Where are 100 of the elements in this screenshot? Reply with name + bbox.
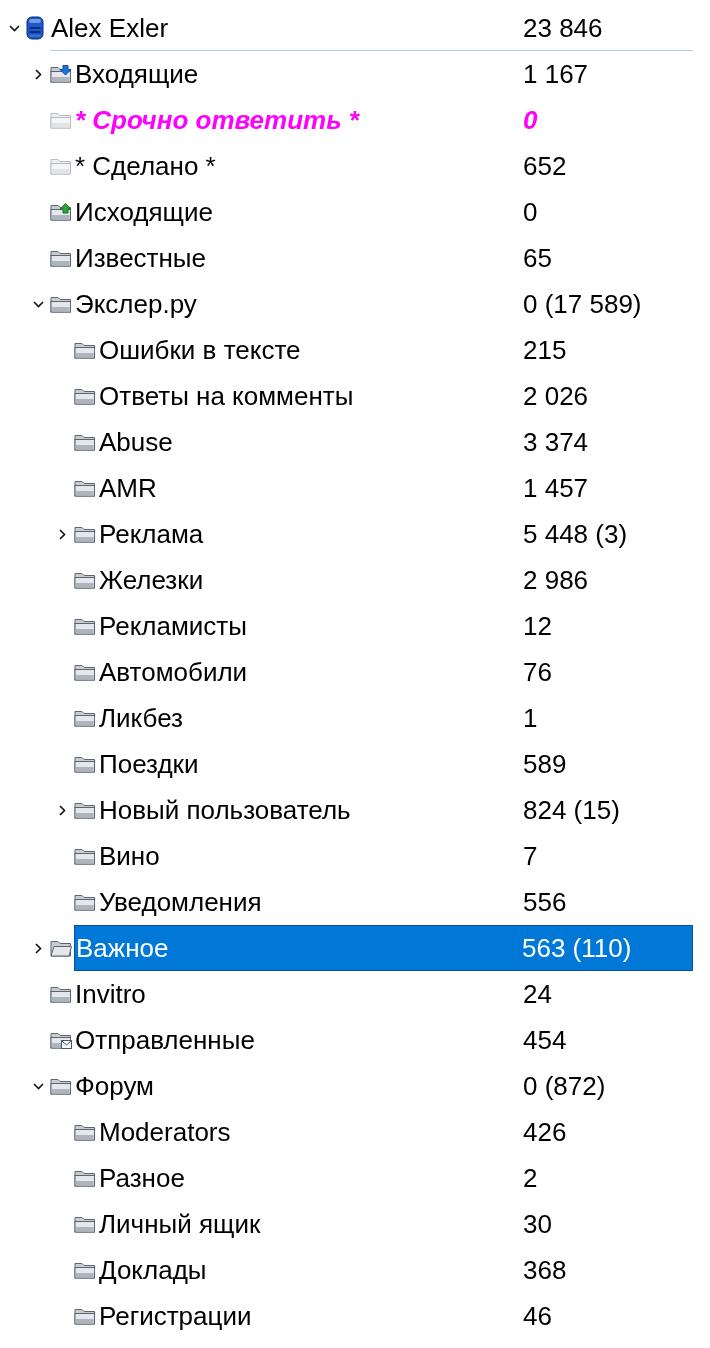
folder-row[interactable]: Ошибки в тексте 215 [98,327,693,373]
message-count: 2 026 [523,381,590,411]
folder-name: Реклама [99,519,205,549]
message-count: 7 [523,841,539,871]
folder-icon [74,847,96,865]
message-count: 65 [523,243,553,273]
folder-icon [74,801,96,819]
folder-row[interactable]: Alex Exler 23 846 [50,5,693,51]
folder-row[interactable]: Регистрации 46 [98,1293,693,1339]
message-count: 1 [523,703,539,733]
folder-row[interactable]: Invitro 24 [74,971,693,1017]
folder-icon [74,617,96,635]
folder-row[interactable]: Форум 0 (872) [74,1063,693,1109]
message-count: 3 374 [523,427,590,457]
folder-row[interactable]: Abuse 3 374 [98,419,693,465]
folder-icon [74,755,96,773]
folder-name: * Сделано * [75,151,217,181]
folder-row[interactable]: Железки 2 986 [98,557,693,603]
folder-icon [74,1215,96,1233]
folder-row[interactable]: Автомобили 76 [98,649,693,695]
chevron-right-icon[interactable] [58,528,66,540]
folder-name: Форум [75,1071,155,1101]
folder-name: AMR [99,473,158,503]
folder-up-arrow-icon [50,203,72,221]
folder-name: Поездки [99,749,200,779]
folder-name: Отправленные [75,1025,256,1055]
chevron-right-icon[interactable] [58,804,66,816]
message-count: 30 [523,1209,553,1239]
folder-row[interactable]: Рекламисты 12 [98,603,693,649]
folder-icon [74,387,96,405]
folder-row[interactable]: AMR 1 457 [98,465,693,511]
folder-name: Входящие [75,59,200,89]
folder-row[interactable]: Ликбез 1 [98,695,693,741]
folder-name: Автомобили [99,657,249,687]
folder-name: Invitro [75,979,147,1009]
chevron-down-icon[interactable] [8,24,20,32]
folder-icon [50,111,72,129]
chevron-down-icon[interactable] [32,1082,44,1090]
folder-row[interactable]: Личный ящик 30 [98,1201,693,1247]
folder-icon [74,525,96,543]
open-folder-icon [50,939,72,957]
folder-row[interactable]: Отправленные 454 [74,1017,693,1063]
folder-name: Новый пользователь [99,795,352,825]
message-count: 215 [523,335,568,365]
folder-icon [74,1261,96,1279]
message-count: 0 (872) [523,1071,607,1101]
folder-row[interactable]: Доклады 368 [98,1247,693,1293]
folder-name: Рекламисты [99,611,248,641]
chevron-down-icon[interactable] [32,300,44,308]
chevron-right-icon[interactable] [34,68,42,80]
message-count: 1 457 [523,473,590,503]
folder-row[interactable]: Ответы на комменты 2 026 [98,373,693,419]
folder-name: Железки [99,565,205,595]
folder-name: Известные [75,243,207,273]
chevron-right-icon[interactable] [34,942,42,954]
folder-icon [74,893,96,911]
folder-row[interactable]: Входящие 1 167 [74,51,693,97]
folder-row[interactable]: Разное 2 [98,1155,693,1201]
folder-row[interactable]: Moderators 426 [98,1109,693,1155]
message-count: 556 [523,887,568,917]
folder-name: Личный ящик [99,1209,262,1239]
message-count: 563 (110) [522,933,633,963]
message-count: 0 [523,197,539,227]
folder-row[interactable]: Новый пользователь 824 (15) [98,787,693,833]
folder-name: Moderators [99,1117,232,1147]
folder-row[interactable]: * Сделано * 652 [74,143,693,189]
folder-name: Регистрации [99,1301,253,1331]
folder-name: Важное [76,933,170,963]
folder-icon [74,341,96,359]
message-count: 824 (15) [523,795,621,825]
folder-icon [74,1307,96,1325]
folder-row[interactable]: Экслер.ру 0 (17 589) [74,281,693,327]
folder-row[interactable]: Важное 563 (110) [74,925,693,971]
folder-row[interactable]: Известные 65 [74,235,693,281]
folder-icon [74,1123,96,1141]
folder-row[interactable]: Вино 7 [98,833,693,879]
folder-icon [50,985,72,1003]
folder-row[interactable]: Исходящие 0 [74,189,693,235]
message-count: 2 986 [523,565,590,595]
folder-row[interactable]: Уведомления 556 [98,879,693,925]
folder-icon [50,157,72,175]
message-count: 368 [523,1255,568,1285]
folder-icon [74,571,96,589]
message-count: 0 (17 589) [523,289,643,319]
message-count: 23 846 [523,12,604,43]
message-count: 76 [523,657,553,687]
message-count: 454 [523,1025,568,1055]
folder-icon [74,1169,96,1187]
folder-name: Уведомления [99,887,263,917]
folder-envelope-icon [50,1031,72,1049]
folder-icon [74,663,96,681]
folder-icon [50,295,72,313]
folder-name: Исходящие [75,197,214,227]
folder-row[interactable]: Поездки 589 [98,741,693,787]
folder-row[interactable]: Реклама 5 448 (3) [98,511,693,557]
folder-name: Вино [99,841,161,871]
message-count: 2 [523,1163,539,1193]
message-count: 0 [523,105,539,135]
message-count: 5 448 (3) [523,519,629,549]
folder-name: Доклады [99,1255,208,1285]
